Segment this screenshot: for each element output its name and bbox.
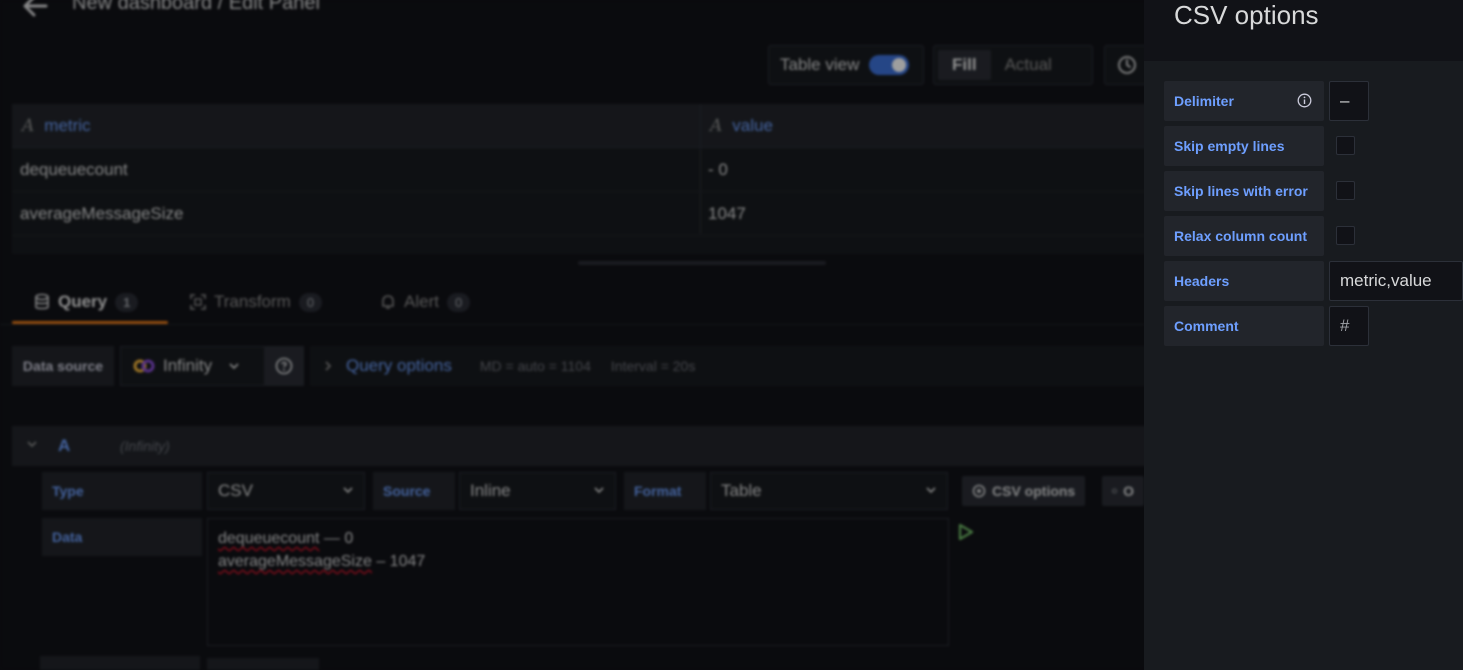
headers-label: Headers (1164, 261, 1324, 301)
comment-label: Comment (1164, 306, 1324, 346)
relax-column-count-checkbox[interactable] (1336, 226, 1355, 245)
relax-column-count-label: Relax column count (1164, 216, 1324, 256)
comment-input[interactable]: # (1329, 306, 1369, 346)
relax-column-count-row: Relax column count (1164, 216, 1463, 256)
headers-input[interactable]: metric,value (1329, 261, 1463, 301)
skip-lines-with-error-checkbox[interactable] (1336, 181, 1355, 200)
skip-empty-lines-label: Skip empty lines (1164, 126, 1324, 166)
drawer-header: CSV options (1144, 0, 1463, 61)
skip-lines-with-error-row: Skip lines with error (1164, 171, 1463, 211)
delimiter-label: Delimiter (1164, 81, 1324, 121)
drawer-title: CSV options (1174, 0, 1319, 30)
skip-lines-with-error-label: Skip lines with error (1164, 171, 1324, 211)
delimiter-input[interactable]: – (1329, 81, 1369, 121)
delimiter-row: Delimiter – (1164, 81, 1463, 121)
modal-backdrop[interactable] (0, 0, 1144, 670)
skip-empty-lines-checkbox[interactable] (1336, 136, 1355, 155)
comment-row: Comment # (1164, 306, 1463, 346)
info-icon[interactable] (1297, 93, 1312, 108)
skip-empty-lines-row: Skip empty lines (1164, 126, 1463, 166)
csv-options-drawer: CSV options Delimiter – Skip empty lines… (1144, 0, 1463, 670)
headers-row: Headers metric,value (1164, 261, 1463, 301)
